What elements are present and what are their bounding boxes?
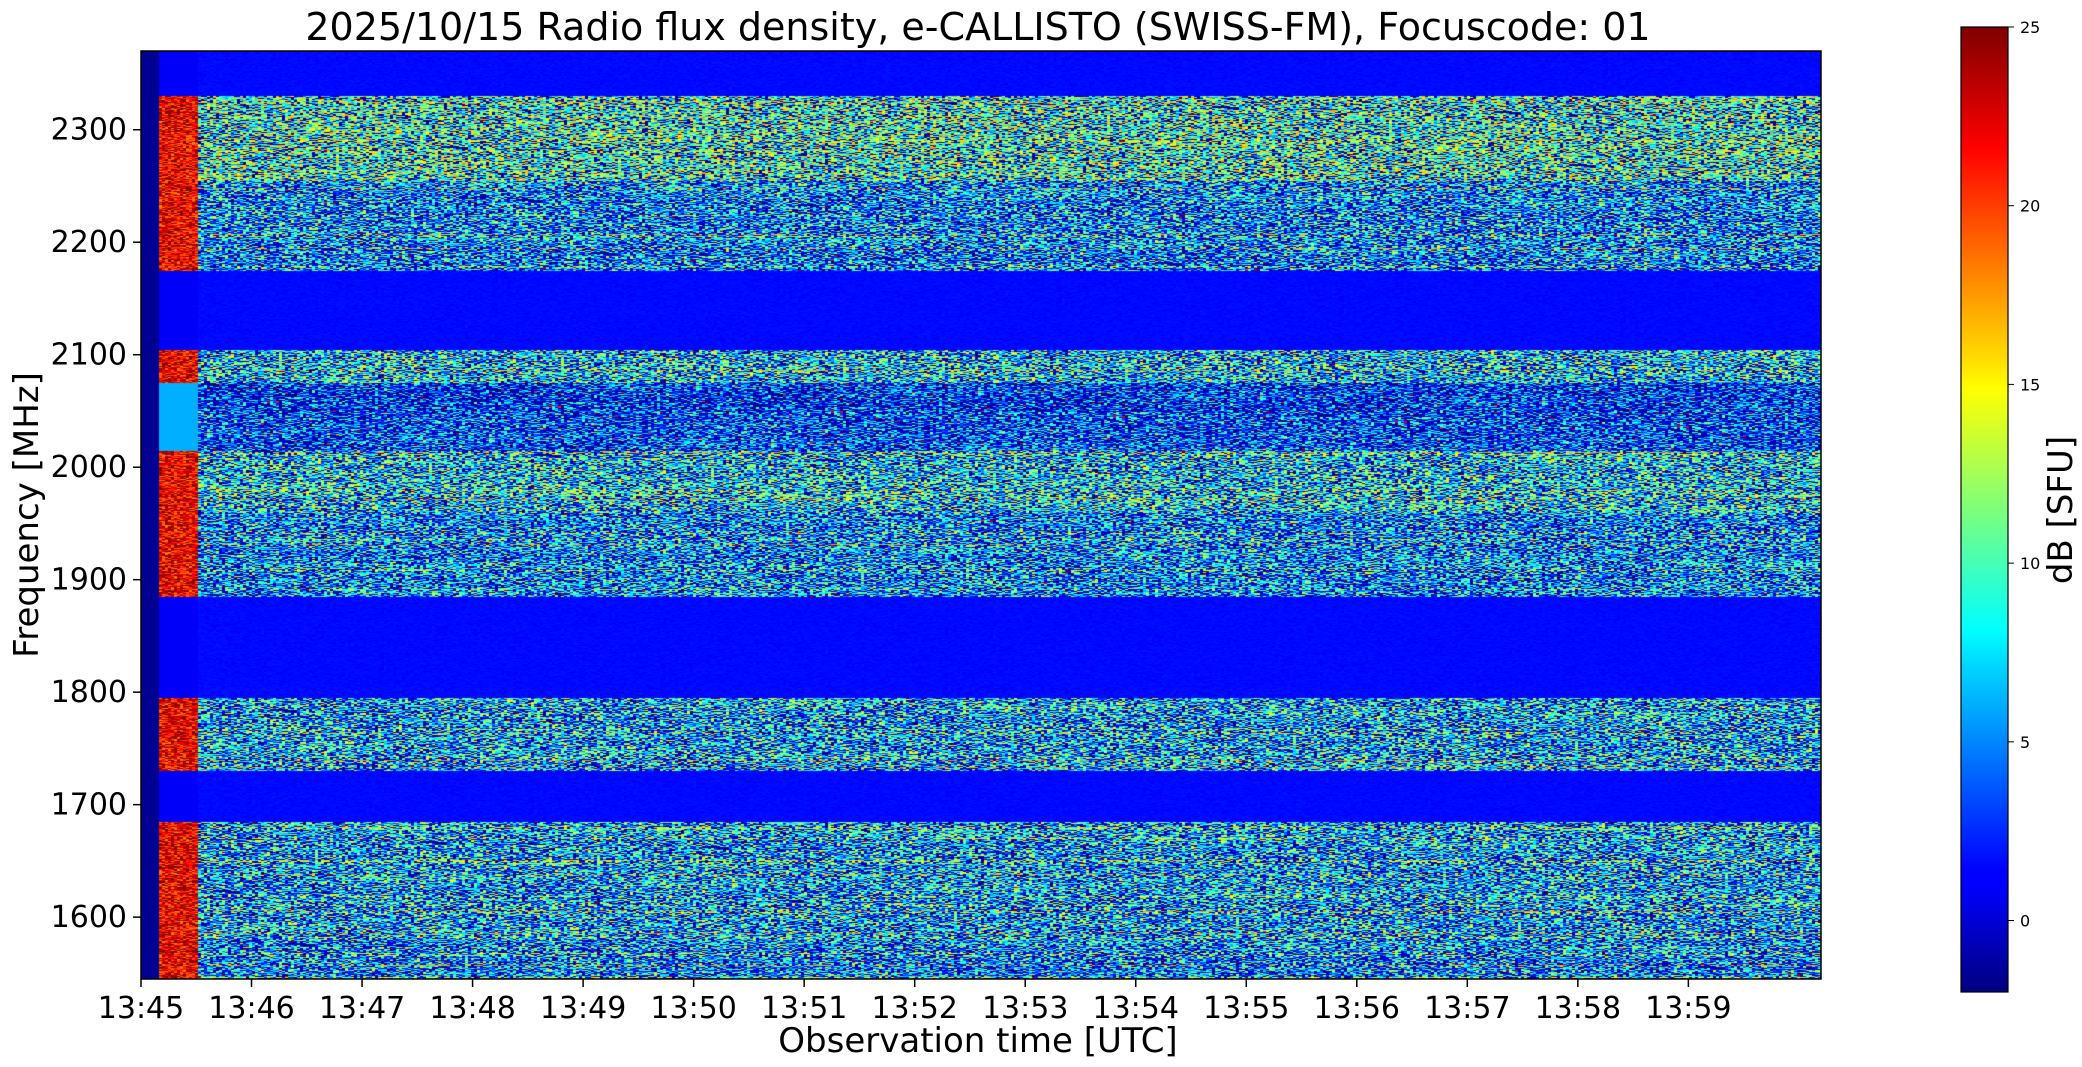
spectrogram-figure: 2025/10/15 Radio flux density, e-CALLIST…: [7, 5, 2081, 1061]
colorbar-label: dB [SFU]: [2041, 436, 2081, 584]
x-tick-label: 13:47: [319, 991, 405, 1026]
x-axis: 13:45 13:46 13:47 13:48 13:49 13:50 13:51 13:52…: [98, 979, 1732, 1026]
colorbar-tick-label: 15: [2020, 375, 2040, 394]
spectrogram-heatmap: [141, 51, 1821, 979]
y-tick-label: 1900: [51, 563, 127, 598]
colorbar-tick-label: 10: [2020, 554, 2040, 573]
x-tick-label: 13:49: [540, 991, 626, 1026]
x-tick-label: 13:45: [98, 991, 184, 1026]
x-tick-label: 13:48: [429, 991, 515, 1026]
y-tick-label: 2100: [51, 338, 127, 373]
y-axis-label: Frequency [MHz]: [7, 372, 47, 658]
y-tick-label: 2200: [51, 225, 127, 260]
x-tick-label: 13:55: [1203, 991, 1289, 1026]
x-axis-label: Observation time [UTC]: [778, 1021, 1177, 1061]
x-tick-label: 13:50: [650, 991, 736, 1026]
colorbar-gradient: [1960, 26, 2009, 993]
x-tick-label: 13:57: [1424, 991, 1510, 1026]
y-tick-label: 2000: [51, 450, 127, 485]
x-tick-label: 13:58: [1535, 991, 1621, 1026]
chart-title: 2025/10/15 Radio flux density, e-CALLIST…: [305, 5, 1650, 49]
y-tick-label: 1800: [51, 675, 127, 710]
colorbar-tick-label: 5: [2020, 733, 2030, 752]
colorbar: 0 5 10 15 20 25 dB [SFU]: [1960, 18, 2081, 993]
y-axis: 1600 1700 1800 1900 2000 2100 2200 2300: [51, 113, 141, 935]
y-tick-label: 1700: [51, 788, 127, 823]
y-tick-label: 1600: [51, 900, 127, 935]
colorbar-tick-label: 20: [2020, 197, 2040, 216]
x-tick-label: 13:46: [208, 991, 294, 1026]
colorbar-tick-label: 25: [2020, 18, 2040, 37]
colorbar-tick-label: 0: [2020, 912, 2030, 931]
x-tick-label: 13:56: [1314, 991, 1400, 1026]
x-tick-label: 13:59: [1645, 991, 1731, 1026]
spectrogram-plot-area: [140, 50, 1822, 980]
colorbar-ticks: 0 5 10 15 20 25: [2008, 18, 2040, 931]
y-tick-label: 2300: [51, 113, 127, 148]
